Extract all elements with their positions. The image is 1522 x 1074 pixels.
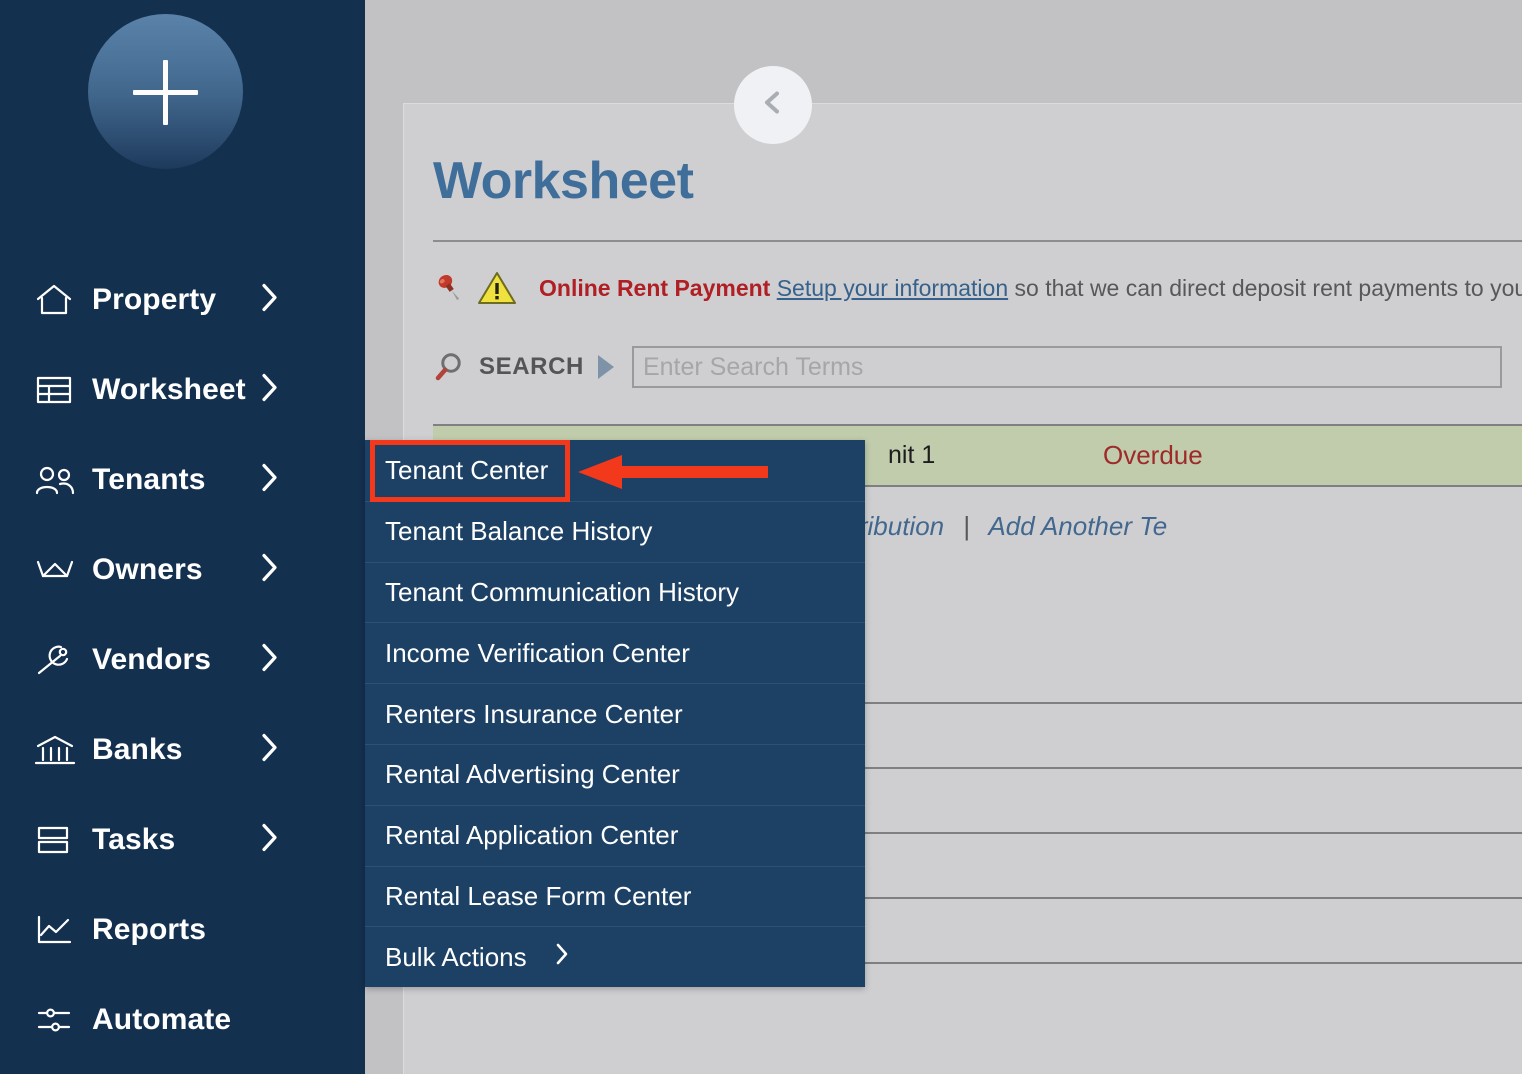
search-label: SEARCH — [479, 353, 584, 381]
sidebar-item-label: Tenants — [92, 463, 206, 497]
sidebar-item-owners[interactable]: Owners — [0, 525, 365, 615]
sidebar-item-label: Automate — [92, 1003, 231, 1037]
chevron-right-icon — [259, 371, 281, 410]
sidebar: Property Worksheet — [0, 0, 365, 1074]
menu-item-tenant-balance-history[interactable]: Tenant Balance History — [365, 501, 865, 562]
table-icon — [34, 373, 76, 407]
menu-item-rental-lease-form-center[interactable]: Rental Lease Form Center — [365, 866, 865, 927]
menu-item-label: Tenant Center — [385, 455, 548, 486]
chevron-right-icon — [259, 641, 281, 680]
online-rent-payment-notice: Online Rent Payment Setup your informati… — [433, 264, 1522, 312]
menu-item-tenant-communication-history[interactable]: Tenant Communication History — [365, 562, 865, 623]
menu-item-label: Rental Lease Form Center — [385, 881, 691, 912]
sidebar-item-tasks[interactable]: Tasks — [0, 795, 365, 885]
sliders-icon — [34, 1003, 76, 1037]
search-icon — [433, 350, 467, 384]
menu-item-label: Income Verification Center — [385, 638, 690, 669]
unit-cell: nit 1 — [888, 441, 935, 470]
triangle-right-icon — [598, 355, 614, 379]
menu-item-label: Rental Advertising Center — [385, 759, 680, 790]
warning-triangle-icon — [477, 270, 517, 306]
menu-item-tenant-center[interactable]: Tenant Center — [365, 440, 865, 501]
notice-title: Online Rent Payment — [539, 275, 770, 301]
list-icon — [34, 823, 76, 857]
sidebar-item-label: Reports — [92, 913, 206, 947]
bank-icon — [34, 733, 76, 767]
menu-item-rental-application-center[interactable]: Rental Application Center — [365, 805, 865, 866]
notice-text: Online Rent Payment Setup your informati… — [539, 275, 1522, 302]
title-divider — [433, 240, 1522, 242]
notice-rest: so that we can direct deposit rent payme… — [1015, 275, 1522, 301]
sidebar-item-reports[interactable]: Reports — [0, 885, 365, 975]
menu-item-label: Rental Application Center — [385, 820, 678, 851]
status-badge: Overdue — [1103, 440, 1203, 471]
chevron-right-icon — [259, 281, 281, 320]
home-icon — [34, 283, 76, 317]
sidebar-item-label: Owners — [92, 553, 203, 587]
sidebar-item-worksheet[interactable]: Worksheet — [0, 345, 365, 435]
menu-item-label: Renters Insurance Center — [385, 699, 683, 730]
sidebar-item-tenants[interactable]: Tenants — [0, 435, 365, 525]
search-input[interactable] — [632, 346, 1502, 388]
wrench-icon — [34, 643, 76, 677]
chart-icon — [34, 913, 76, 947]
people-icon — [34, 463, 76, 497]
sidebar-item-label: Banks — [92, 733, 183, 767]
chevron-right-icon — [259, 461, 281, 500]
search-row: SEARCH — [433, 346, 1502, 388]
crown-icon — [34, 553, 76, 587]
chevron-right-icon — [259, 821, 281, 860]
chevron-right-icon — [553, 941, 571, 974]
menu-item-renters-insurance-center[interactable]: Renters Insurance Center — [365, 683, 865, 744]
menu-item-label: Bulk Actions — [385, 942, 527, 973]
sidebar-item-label: Worksheet — [92, 373, 246, 407]
sidebar-item-banks[interactable]: Banks — [0, 705, 365, 795]
sidebar-nav: Property Worksheet — [0, 255, 365, 1065]
pushpin-icon — [433, 271, 467, 305]
menu-item-label: Tenant Balance History — [385, 516, 652, 547]
sidebar-item-label: Property — [92, 283, 216, 317]
add-another-tenant-link[interactable]: Add Another Te — [988, 511, 1167, 541]
sidebar-item-vendors[interactable]: Vendors — [0, 615, 365, 705]
menu-item-label: Tenant Communication History — [385, 577, 739, 608]
page-title: Worksheet — [433, 151, 693, 211]
menu-item-rental-advertising-center[interactable]: Rental Advertising Center — [365, 744, 865, 805]
sidebar-item-label: Vendors — [92, 643, 211, 677]
setup-information-link[interactable]: Setup your information — [777, 275, 1008, 301]
menu-item-bulk-actions[interactable]: Bulk Actions — [365, 926, 865, 987]
tenants-dropdown-menu: Tenant Center Tenant Balance History Ten… — [365, 440, 865, 987]
sidebar-item-label: Tasks — [92, 823, 175, 857]
link-separator: | — [963, 511, 970, 541]
plus-icon — [88, 14, 243, 169]
chevron-right-icon — [259, 551, 281, 590]
menu-item-income-verification-center[interactable]: Income Verification Center — [365, 622, 865, 683]
sidebar-item-automate[interactable]: Automate — [0, 975, 365, 1065]
chevron-right-icon — [259, 731, 281, 770]
add-new-button[interactable] — [88, 14, 243, 169]
chevron-left-icon — [758, 88, 788, 123]
sidebar-item-property[interactable]: Property — [0, 255, 365, 345]
collapse-sidebar-button[interactable] — [734, 66, 812, 144]
